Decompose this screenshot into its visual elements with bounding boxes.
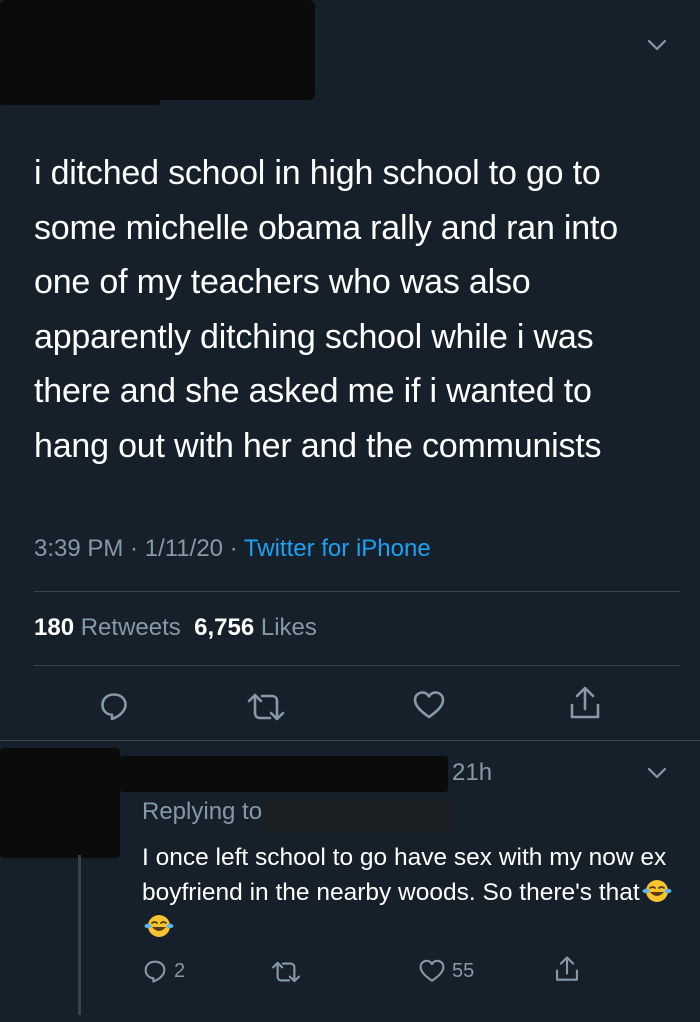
divider (34, 591, 680, 592)
thread-line (78, 855, 81, 1015)
share-button[interactable] (567, 684, 603, 722)
tweet-source-link[interactable]: Twitter for iPhone (244, 535, 431, 562)
reply-button[interactable] (96, 688, 132, 724)
tweet-time: 3:39 PM (34, 535, 124, 562)
redacted-author-header-extra (0, 10, 160, 105)
retweet-icon (271, 961, 301, 983)
heart-icon (419, 959, 445, 982)
reply-retweet-button[interactable] (270, 960, 302, 984)
divider (34, 665, 680, 666)
divider (0, 740, 700, 741)
retweets-count: 180 (34, 614, 75, 641)
share-icon (570, 686, 600, 719)
tweet-date: 1/11/20 (144, 535, 224, 562)
likes-label: Likes (260, 614, 317, 641)
tweet-meta: 3:39 PM · 1/11/20 · Twitter for iPhone (34, 535, 431, 563)
reply-like-count: 55 (452, 959, 475, 982)
replying-label: Replying to (142, 798, 263, 825)
reply-icon (144, 960, 166, 983)
tweet-text: i ditched school in high school to go to… (34, 154, 618, 465)
retweet-button[interactable] (244, 690, 288, 724)
reply-reply-count: 2 (174, 959, 186, 982)
retweet-icon (247, 693, 285, 721)
tears-of-joy-emoji (144, 913, 174, 939)
tweet-stats: 180 Retweets 6,756 Likes (34, 614, 317, 642)
reply-menu-chevron-down-icon[interactable] (646, 766, 668, 780)
reply-text-content: I once left school to go have sex with m… (142, 844, 667, 906)
replying-to: Replying to (142, 798, 262, 826)
reply-text: I once left school to go have sex with m… (142, 840, 672, 945)
redacted-reply-name (120, 756, 448, 792)
retweets-stat[interactable]: 180 Retweets (34, 614, 181, 641)
retweets-label: Retweets (80, 614, 181, 641)
likes-stat[interactable]: 6,756 Likes (194, 614, 317, 641)
tweet-menu-chevron-down-icon[interactable] (646, 38, 668, 52)
likes-count: 6,756 (194, 614, 255, 641)
tears-of-joy-emoji (642, 878, 672, 904)
reply-share-button[interactable] (554, 955, 580, 983)
redacted-reply-avatar (0, 748, 120, 858)
heart-icon (413, 691, 445, 719)
reply-reply-button[interactable]: 2 (142, 958, 185, 984)
meta-separator: · (223, 535, 244, 562)
reply-time: 21h (452, 759, 493, 786)
reply-like-button[interactable]: 55 (418, 958, 474, 984)
redacted-replying-handle (262, 800, 452, 832)
reply-icon (101, 693, 127, 721)
share-icon (555, 956, 579, 981)
like-button[interactable] (411, 688, 447, 722)
meta-separator: · (123, 535, 145, 562)
